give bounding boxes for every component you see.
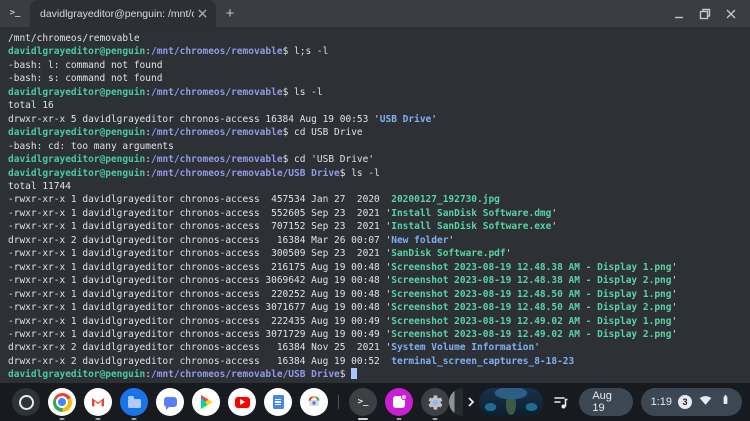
terminal-line: total 16 [8,99,750,112]
window-titlebar: >_ davidlgrayeditor@penguin: /mnt/chro + [0,0,750,27]
terminal-line: davidlgrayeditor@penguin:/mnt/chromeos/r… [8,126,750,139]
terminal-line: -rwxr-xr-x 1 davidlgrayeditor chronos-ac… [8,220,750,233]
terminal-icon: >_ [349,388,377,416]
chrome-icon [48,388,76,416]
shelf-app-play-store[interactable] [192,388,220,416]
new-tab-button[interactable]: + [216,0,244,27]
running-indicator [60,418,65,420]
shelf-app-chrome[interactable] [48,388,76,416]
chromeos-screen: >_ davidlgrayeditor@penguin: /mnt/chro +… [0,0,750,421]
shelf-app-chrome-web-store[interactable] [300,388,328,416]
shelf-app-youtube[interactable] [228,388,256,416]
running-indicator [132,418,137,420]
shelf-app-screencast[interactable] [385,388,413,416]
clock-label: 1:19 [651,396,672,408]
terminal-window-icon: >_ [0,0,30,27]
gmail-icon [84,388,112,416]
running-indicator [433,418,438,420]
terminal-line: -rwxr-xr-x 1 davidlgrayeditor chronos-ac… [8,207,750,220]
youtube-icon [228,388,256,416]
calendar-date-pill[interactable]: Aug 19 [579,388,632,416]
terminal-line: -rwxr-xr-x 1 davidlgrayeditor chronos-ac… [8,328,750,341]
terminal-output[interactable]: /mnt/chromeos/removabledavidlgrayeditor@… [0,27,750,383]
maximize-button[interactable] [692,0,718,27]
shelf-overflow-chevron-icon[interactable] [463,388,479,416]
play-store-icon [192,388,220,416]
minimize-button[interactable] [666,0,692,27]
terminal-line: -rwxr-xr-x 1 davidlgrayeditor chronos-ac… [8,288,750,301]
terminal-line: davidlgrayeditor@penguin:/mnt/chromeos/r… [8,368,750,381]
terminal-line: davidlgrayeditor@penguin:/mnt/chromeos/r… [8,153,750,166]
running-indicator [397,418,402,420]
terminal-line: -rwxr-xr-x 1 davidlgrayeditor chronos-ac… [8,247,750,260]
settings-icon [421,388,449,416]
tab-title: davidlgrayeditor@penguin: /mnt/chro [40,8,194,20]
shelf-separator [338,395,339,409]
terminal-line: davidlgrayeditor@penguin:/mnt/chromeos/r… [8,167,750,180]
terminal-line: /mnt/chromeos/removable [8,32,750,45]
chrome-web-store-icon [300,388,328,416]
close-button[interactable] [718,0,744,27]
terminal-line: davidlgrayeditor@penguin:/mnt/chromeos/r… [8,86,750,99]
shelf-app-settings[interactable] [421,388,449,416]
shelf: >_ Aug 19 1:19 3 [0,383,750,421]
wifi-icon [698,392,713,412]
date-label: Aug 19 [592,390,619,414]
shelf-apps: >_ [12,388,449,416]
media-controls-icon[interactable] [551,389,571,415]
status-tray[interactable]: 1:19 3 [641,388,742,416]
terminal-line: drwxr-xr-x 2 davidlgrayeditor chronos-ac… [8,341,750,354]
running-indicator [96,418,101,420]
screencast-icon [385,388,413,416]
terminal-tab[interactable]: davidlgrayeditor@penguin: /mnt/chro [30,0,216,27]
terminal-line: drwxr-xr-x 2 davidlgrayeditor chronos-ac… [8,234,750,247]
shelf-app-messages[interactable] [156,388,184,416]
terminal-line: -bash: s: command not found [8,72,750,85]
messages-icon [156,388,184,416]
notification-count-badge: 3 [678,395,692,409]
terminal-line: -rwxr-xr-x 1 davidlgrayeditor chronos-ac… [8,301,750,314]
launcher-icon [12,388,40,416]
terminal-line: -bash: cd: too many arguments [8,140,750,153]
terminal-line: davidlgrayeditor@penguin:/mnt/chromeos/r… [8,45,750,58]
shelf-app-files[interactable] [120,388,148,416]
titlebar-drag-area [244,0,666,27]
terminal-line: -rwxr-xr-x 1 davidlgrayeditor chronos-ac… [8,315,750,328]
terminal-line: drwxr-xr-x 2 davidlgrayeditor chronos-ac… [8,355,750,368]
terminal-line: -rwxr-xr-x 1 davidlgrayeditor chronos-ac… [8,274,750,287]
overflow-app-icon[interactable] [449,388,463,416]
google-docs-icon [264,388,292,416]
terminal-line: -rwxr-xr-x 1 davidlgrayeditor chronos-ac… [8,193,750,206]
files-icon [120,388,148,416]
tab-close-icon[interactable] [194,6,210,22]
shelf-app-google-docs[interactable] [264,388,292,416]
running-indicator [358,418,368,420]
terminal-line: -rwxr-xr-x 1 davidlgrayeditor chronos-ac… [8,261,750,274]
terminal-cursor [351,368,357,379]
shelf-app-launcher[interactable] [12,388,40,416]
battery-icon [719,392,732,412]
terminal-line: total 11744 [8,180,750,193]
media-artwork-thumbnail[interactable] [479,388,543,416]
terminal-line: -bash: l: command not found [8,59,750,72]
terminal-line: drwxr-xr-x 5 davidlgrayeditor chronos-ac… [8,113,750,126]
shelf-app-terminal[interactable]: >_ [349,388,377,416]
shelf-app-gmail[interactable] [84,388,112,416]
